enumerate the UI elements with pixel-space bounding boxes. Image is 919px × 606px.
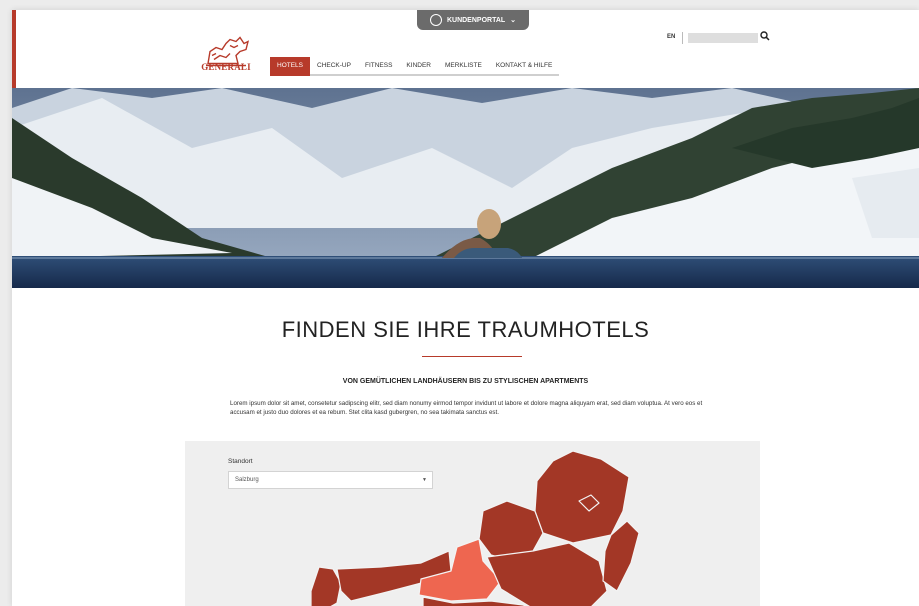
page: KUNDENPORTAL ⌄ GENERALI HOTELS CHECK-UP … xyxy=(12,10,919,606)
language-switch[interactable]: EN xyxy=(667,34,675,40)
search-icon[interactable] xyxy=(759,31,771,43)
location-label: Standort xyxy=(228,458,253,465)
nav-item-hotels[interactable]: HOTELS xyxy=(270,57,311,76)
title-divider xyxy=(422,356,522,357)
nav-item-kinder[interactable]: KINDER xyxy=(399,57,438,76)
search-input[interactable] xyxy=(688,33,758,43)
map-region-vorarlberg xyxy=(311,566,342,606)
accent-bar xyxy=(12,10,16,88)
hotel-finder: Standort Salzburg ▼ xyxy=(185,441,760,606)
intro-text: Lorem ipsum dolor sit amet, consetetur s… xyxy=(230,400,703,416)
page-title: FINDEN SIE IHRE TRAUMHOTELS xyxy=(281,317,650,342)
location-select-value: Salzburg xyxy=(235,477,259,483)
brand-name: GENERALI xyxy=(201,62,251,72)
nav-item-check-up[interactable]: CHECK-UP xyxy=(310,57,358,76)
hero-image xyxy=(12,88,919,288)
austria-region-map[interactable] xyxy=(311,451,641,606)
nav-item-fitness[interactable]: FITNESS xyxy=(357,57,400,76)
kundenportal-label: KUNDENPORTAL xyxy=(446,16,506,24)
nav-item-merkliste[interactable]: MERKLISTE xyxy=(437,57,489,76)
portal-ring-icon xyxy=(429,14,442,26)
main-nav: HOTELS CHECK-UP FITNESS KINDER MERKLISTE… xyxy=(270,57,560,76)
subheadline: VON GEMÜTLICHEN LANDHÄUSERN BIS ZU STYLI… xyxy=(342,378,589,385)
map-region-niederoesterreich xyxy=(534,451,630,544)
kundenportal-button[interactable]: KUNDENPORTAL ⌄ xyxy=(417,10,529,30)
divider xyxy=(682,32,683,44)
chevron-down-icon: ⌄ xyxy=(510,17,517,24)
nav-item-kontakt-hilfe[interactable]: KONTAKT & HILFE xyxy=(488,57,560,76)
